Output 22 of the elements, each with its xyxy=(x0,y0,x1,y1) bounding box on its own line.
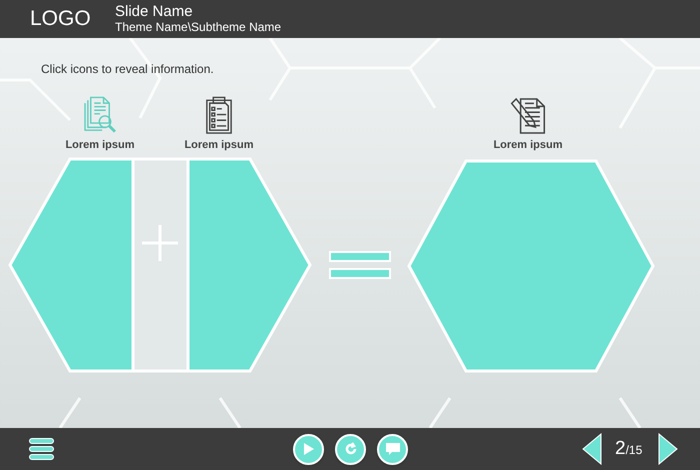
icon-label: Lorem ipsum xyxy=(493,138,563,152)
replay-button[interactable] xyxy=(335,434,366,464)
next-button[interactable] xyxy=(658,433,678,465)
total-pages: /15 xyxy=(626,442,642,459)
icon-label: Lorem ipsum xyxy=(65,138,135,152)
instruction-text: Click icons to reveal information. xyxy=(41,61,215,78)
play-icon xyxy=(302,442,314,456)
current-page: 2 xyxy=(615,436,626,461)
slide-title: Slide Name xyxy=(115,4,194,21)
previous-button[interactable] xyxy=(582,433,602,465)
logo: LOGO xyxy=(30,6,92,32)
right-triangle-icon xyxy=(658,433,678,465)
theme-path: Theme Name\Subtheme Name xyxy=(115,20,282,34)
left-triangle-icon xyxy=(582,433,602,465)
speech-bubble-icon xyxy=(384,442,400,456)
icon-label: Lorem ipsum xyxy=(184,138,254,152)
replay-icon xyxy=(344,442,358,456)
menu-button[interactable] xyxy=(29,438,54,460)
play-button[interactable] xyxy=(293,434,324,464)
plus-icon xyxy=(140,224,180,262)
comment-button[interactable] xyxy=(377,434,408,464)
equals-sign xyxy=(329,251,391,279)
